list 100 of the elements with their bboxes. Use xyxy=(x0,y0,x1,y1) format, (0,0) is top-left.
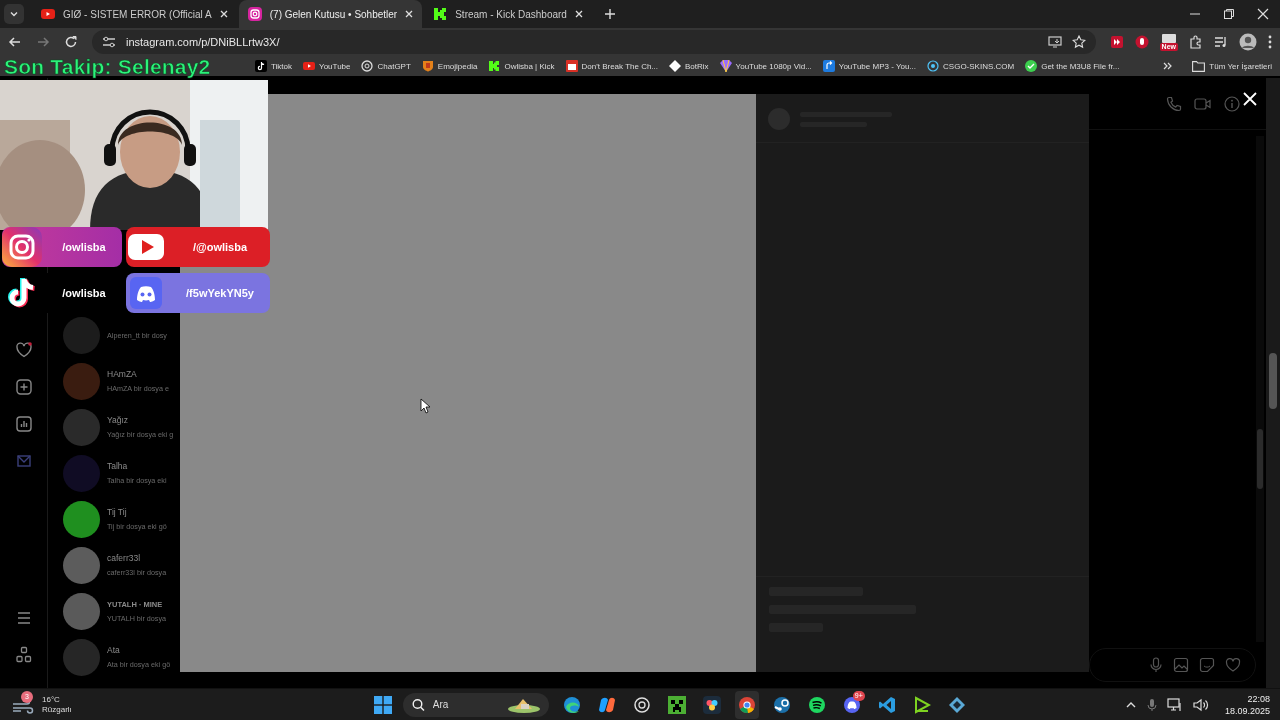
scrollbar[interactable] xyxy=(1256,136,1264,642)
bookmark[interactable]: YouTube 1080p Vid... xyxy=(719,60,812,72)
contact-name: Ata xyxy=(107,645,121,655)
clock[interactable]: 22:08 18.09.2025 xyxy=(1224,693,1270,716)
tab-title: Stream - Kick Dashboard xyxy=(455,8,567,20)
contact-name: Talha xyxy=(107,461,129,471)
cursor-icon xyxy=(420,398,430,414)
bookmark[interactable]: Emojipedia xyxy=(421,60,478,72)
play-icon xyxy=(303,60,316,72)
steam-icon[interactable] xyxy=(772,695,791,714)
k-logo-icon xyxy=(488,60,501,72)
color-wheel-icon[interactable] xyxy=(702,695,721,714)
bookmark[interactable]: Don't Break The Ch... xyxy=(565,60,659,72)
k-logo-icon xyxy=(432,6,449,22)
reload-icon[interactable] xyxy=(64,35,78,49)
avatar xyxy=(63,408,100,446)
create-icon[interactable] xyxy=(14,378,33,396)
bookmark[interactable]: Get the M3U8 File fr... xyxy=(1025,60,1120,72)
social-handle: /owlisba xyxy=(61,287,107,299)
card-icon xyxy=(1161,33,1176,43)
volume-icon[interactable] xyxy=(1192,697,1209,712)
scrollbar-thumb[interactable] xyxy=(1257,429,1263,490)
folder-icon xyxy=(1192,60,1206,72)
browser-icon[interactable] xyxy=(562,695,581,714)
target-icon xyxy=(927,60,940,72)
social-handle: /@owlisba xyxy=(191,241,249,253)
music-stream-icon[interactable] xyxy=(807,695,826,714)
game-controller-icon[interactable] xyxy=(842,695,861,714)
bookmark[interactable]: YouTube MP3 - You... xyxy=(822,60,917,72)
gem-icon xyxy=(719,60,732,72)
bookmark[interactable]: Owlisba | Kick xyxy=(488,60,555,72)
media-icon[interactable] xyxy=(1214,35,1228,49)
creeper-icon[interactable] xyxy=(667,695,686,714)
camera-icon xyxy=(2,227,42,267)
url-text: instagram.com/p/DNiBLLrtw3X/ xyxy=(126,36,280,48)
microphone-icon[interactable] xyxy=(1149,657,1163,673)
avatar xyxy=(63,592,100,630)
tab-title: (7) Gelen Kutusu • Sohbetler xyxy=(269,8,398,20)
close-icon[interactable] xyxy=(1257,8,1269,20)
more-icon[interactable] xyxy=(1268,35,1272,49)
close-icon[interactable] xyxy=(404,9,415,19)
sticker-icon[interactable] xyxy=(1199,657,1215,673)
tiktok-note-icon xyxy=(255,60,267,72)
windows-start-icon[interactable] xyxy=(373,695,392,714)
chart-icon[interactable] xyxy=(14,415,33,433)
browser-tab[interactable]: (7) Gelen Kutusu • Sohbetler xyxy=(238,0,423,28)
browser-tab[interactable]: GIØ - SISTEM ERROR (Official A xyxy=(32,0,237,28)
restore-icon[interactable] xyxy=(1223,8,1235,20)
bookmark[interactable]: Tiktok xyxy=(255,60,293,72)
play-arrow-icon[interactable] xyxy=(912,695,931,714)
double-chevron-icon[interactable] xyxy=(1163,61,1174,71)
social-handle: /owlisba xyxy=(61,241,107,253)
temperature: 16°C xyxy=(42,695,61,704)
close-icon[interactable] xyxy=(573,9,584,19)
search-field[interactable]: Ara xyxy=(402,692,549,717)
forward-icon[interactable] xyxy=(36,35,50,49)
diamond-grid-icon[interactable] xyxy=(947,695,966,714)
bookmark[interactable]: YouTube xyxy=(303,60,351,72)
plus-icon[interactable] xyxy=(603,8,616,20)
weather-condition: Rüzgarlı xyxy=(42,705,72,714)
site-settings-icon xyxy=(102,35,116,49)
bookmark-folder[interactable]: Tüm Yer İşaretleri xyxy=(1192,60,1272,72)
time: 22:08 xyxy=(1247,693,1270,704)
apps-icon[interactable] xyxy=(14,646,33,664)
heart-icon[interactable] xyxy=(1225,657,1241,673)
heart-icon[interactable] xyxy=(14,341,33,359)
tab-list-button[interactable] xyxy=(4,4,24,24)
chevron-down-icon xyxy=(9,9,19,19)
code-editor-icon[interactable] xyxy=(877,695,896,714)
puzzle-icon[interactable] xyxy=(1189,35,1203,49)
bookmark[interactable]: ChatGPT xyxy=(361,60,411,72)
avatar xyxy=(63,500,100,538)
profile-avatar-icon[interactable] xyxy=(1239,33,1257,51)
avatar xyxy=(63,454,100,492)
address-bar[interactable]: instagram.com/p/DNiBLLrtw3X/ xyxy=(92,30,1096,54)
social-handle: /f5wYekYN5y xyxy=(185,287,255,299)
scrollbar[interactable] xyxy=(1266,78,1280,688)
install-app-icon[interactable] xyxy=(1047,35,1062,49)
avatar xyxy=(63,546,100,584)
contact-name: caferr33l xyxy=(107,553,142,563)
chrome-icon[interactable] xyxy=(737,695,756,714)
back-icon[interactable] xyxy=(8,35,22,49)
browser-tab[interactable]: Stream - Kick Dashboard xyxy=(424,0,592,28)
bookmark[interactable]: CSGO-SKINS.COM xyxy=(927,60,1015,72)
star-icon[interactable] xyxy=(1071,35,1086,49)
play-icon xyxy=(40,6,56,22)
date: 18.09.2025 xyxy=(1224,705,1270,716)
scrollbar-thumb[interactable] xyxy=(1269,352,1277,409)
bookmark[interactable]: BotRix xyxy=(669,60,709,72)
phone-icon[interactable] xyxy=(1166,95,1182,112)
fast-forward-icon[interactable] xyxy=(1109,35,1124,49)
close-icon[interactable] xyxy=(218,9,229,19)
microphone-icon[interactable] xyxy=(1146,697,1157,712)
image-icon[interactable] xyxy=(1173,657,1189,673)
network-icon[interactable] xyxy=(1166,697,1183,712)
calendar-icon xyxy=(565,60,578,72)
camera-icon xyxy=(246,6,263,22)
knot-icon xyxy=(361,60,374,72)
avatar xyxy=(63,638,100,676)
follower-label: Son Takip: Selenay2 xyxy=(4,55,211,79)
